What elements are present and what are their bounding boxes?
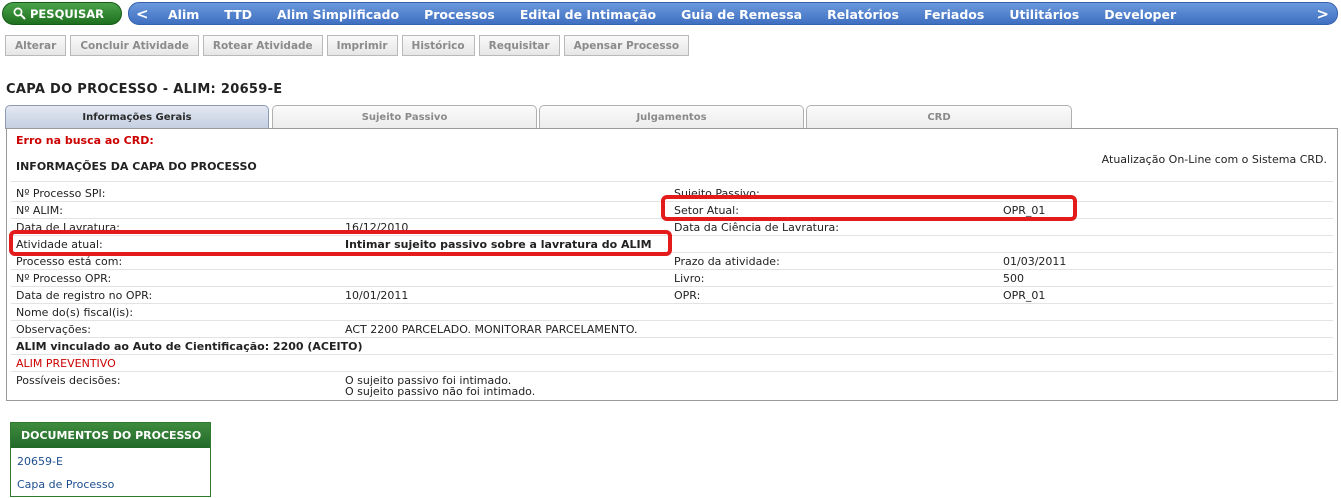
apensar-processo-button[interactable]: Apensar Processo bbox=[563, 35, 690, 56]
rotear-atividade-button[interactable]: Rotear Atividade bbox=[202, 35, 323, 56]
error-row: Erro na busca ao CRD: bbox=[11, 132, 1333, 149]
imprimir-button[interactable]: Imprimir bbox=[326, 35, 398, 56]
alim-preventivo-text: ALIM PREVENTIVO bbox=[16, 357, 116, 370]
menu-item-alim-simplificado[interactable]: Alim Simplificado bbox=[277, 7, 399, 22]
scroll-left-arrow-icon[interactable]: < bbox=[136, 5, 149, 23]
label-opr: OPR: bbox=[674, 289, 701, 302]
menu-item-relatorios[interactable]: Relatórios bbox=[827, 7, 899, 22]
row-possiveis-decisoes: Possíveis decisões: O sujeito passivo fo… bbox=[11, 372, 1333, 400]
menu-item-feriados[interactable]: Feriados bbox=[924, 7, 984, 22]
label-prazo-atividade: Prazo da atividade: bbox=[674, 255, 780, 268]
label-processo-spi: Nº Processo SPI: bbox=[16, 187, 106, 200]
document-link-alim[interactable]: 20659-E bbox=[17, 455, 63, 468]
magnifier-icon bbox=[13, 7, 26, 20]
tab-crd[interactable]: CRD bbox=[806, 105, 1072, 128]
search-button[interactable]: PESQUISAR bbox=[2, 2, 122, 25]
value-opr: OPR_01 bbox=[1003, 289, 1046, 302]
value-livro: 500 bbox=[1003, 272, 1024, 285]
general-info-panel: Erro na busca ao CRD: INFORMAÇÕES DA CAP… bbox=[6, 128, 1338, 401]
row-processo-opr: Nº Processo OPR: Livro: 500 bbox=[11, 270, 1333, 287]
row-alim-preventivo: ALIM PREVENTIVO bbox=[11, 355, 1333, 372]
label-livro: Livro: bbox=[674, 272, 705, 285]
section-header-row: INFORMAÇÕES DA CAPA DO PROCESSO Atualiza… bbox=[11, 153, 1333, 182]
main-menu: < Alim TTD Alim Simplificado Processos E… bbox=[128, 2, 1338, 25]
menu-item-ttd[interactable]: TTD bbox=[224, 7, 252, 22]
menu-item-utilitarios[interactable]: Utilitários bbox=[1009, 7, 1079, 22]
tab-sujeito-passivo[interactable]: Sujeito Passivo bbox=[272, 105, 537, 128]
label-data-registro-opr: Data de registro no OPR: bbox=[16, 289, 153, 302]
value-data-registro-opr: 10/01/2011 bbox=[345, 289, 409, 302]
alterar-button[interactable]: Alterar bbox=[5, 35, 67, 56]
online-update-note: Atualização On-Line com o Sistema CRD. bbox=[1101, 153, 1327, 166]
value-observacoes: ACT 2200 PARCELADO. MONITORAR PARCELAMEN… bbox=[345, 323, 638, 336]
label-processo-opr: Nº Processo OPR: bbox=[16, 272, 112, 285]
menu-item-developer[interactable]: Developer bbox=[1104, 7, 1176, 22]
menu-item-alim[interactable]: Alim bbox=[168, 7, 199, 22]
page-title: CAPA DO PROCESSO - ALIM: 20659-E bbox=[6, 82, 283, 97]
label-possiveis-decisoes: Possíveis decisões: bbox=[16, 374, 121, 387]
tab-informacoes-gerais[interactable]: Informações Gerais bbox=[5, 105, 269, 129]
scroll-right-arrow-icon[interactable]: > bbox=[1316, 5, 1329, 23]
value-decisao-nao-intimado: O sujeito passivo não foi intimado. bbox=[345, 385, 536, 398]
search-button-label: PESQUISAR bbox=[30, 6, 104, 21]
label-observacoes: Observações: bbox=[16, 323, 91, 336]
top-navigation-bar: PESQUISAR < Alim TTD Alim Simplificado P… bbox=[0, 0, 1341, 29]
highlight-setor-atual bbox=[661, 195, 1077, 221]
document-link-capa-processo[interactable]: Capa de Processo bbox=[17, 478, 114, 491]
concluir-atividade-button[interactable]: Concluir Atividade bbox=[70, 35, 199, 56]
crd-error-message: Erro na busca ao CRD: bbox=[16, 134, 154, 147]
highlight-atividade-atual bbox=[9, 230, 672, 256]
menu-item-edital-de-intimacao[interactable]: Edital de Intimação bbox=[520, 7, 656, 22]
section-title: INFORMAÇÕES DA CAPA DO PROCESSO bbox=[16, 160, 257, 173]
label-alim: Nº ALIM: bbox=[16, 204, 64, 217]
row-alim-vinculado: ALIM vinculado ao Auto de Cientificação:… bbox=[11, 338, 1333, 355]
historico-button[interactable]: Histórico bbox=[401, 35, 475, 56]
row-data-registro-opr: Data de registro no OPR: 10/01/2011 OPR:… bbox=[11, 287, 1333, 304]
alim-vinculado-text: ALIM vinculado ao Auto de Cientificação:… bbox=[16, 340, 363, 353]
row-observacoes: Observações: ACT 2200 PARCELADO. MONITOR… bbox=[11, 321, 1333, 338]
label-nome-fiscais: Nome do(s) fiscal(is): bbox=[16, 306, 134, 319]
requisitar-button[interactable]: Requisitar bbox=[478, 35, 560, 56]
label-processo-esta-com: Processo está com: bbox=[16, 255, 123, 268]
row-nome-fiscais: Nome do(s) fiscal(is): bbox=[11, 304, 1333, 321]
tab-julgamentos[interactable]: Julgamentos bbox=[539, 105, 804, 128]
documents-box: DOCUMENTOS DO PROCESSO 20659-E Capa de P… bbox=[10, 422, 211, 497]
documents-title: DOCUMENTOS DO PROCESSO bbox=[11, 423, 210, 448]
value-prazo-atividade: 01/03/2011 bbox=[1003, 255, 1067, 268]
action-toolbar: Alterar Concluir Atividade Rotear Ativid… bbox=[5, 35, 690, 56]
main-menu-items: Alim TTD Alim Simplificado Processos Edi… bbox=[168, 7, 1201, 22]
menu-item-guia-de-remessa[interactable]: Guia de Remessa bbox=[681, 7, 802, 22]
label-data-ciencia-lavratura: Data da Ciência de Lavratura: bbox=[674, 221, 839, 234]
tab-bar: Informações Gerais Sujeito Passivo Julga… bbox=[5, 105, 1340, 129]
menu-item-processos[interactable]: Processos bbox=[424, 7, 495, 22]
